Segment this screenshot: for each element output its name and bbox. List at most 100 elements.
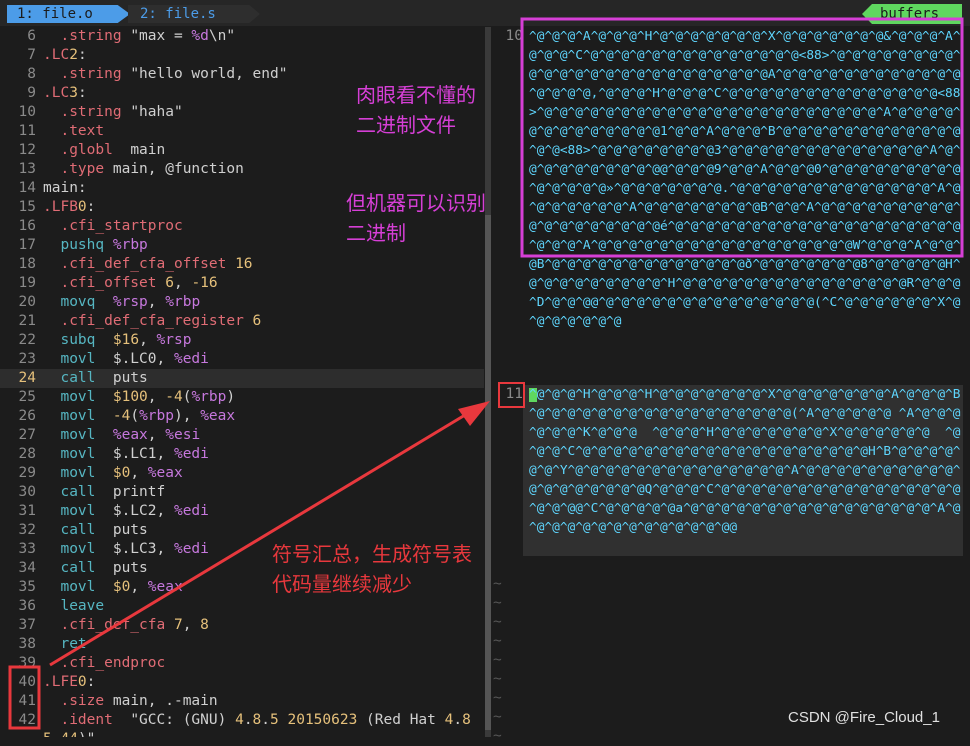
code-line[interactable]: 26 movl -4(%rbp), %eax bbox=[0, 407, 484, 426]
line-number: 38 bbox=[18, 636, 36, 652]
code-text: leave bbox=[60, 598, 105, 614]
code-text: .cfi_endproc bbox=[60, 655, 166, 671]
annotation-symbol-table: 符号汇总，生成符号表 代码量继续减少 bbox=[272, 542, 472, 596]
line-number: 30 bbox=[18, 484, 36, 500]
line-number: 29 bbox=[18, 465, 36, 481]
line-number: 14 bbox=[18, 180, 36, 196]
tab-file-s[interactable]: 2: file.s bbox=[128, 5, 260, 23]
line-number: 10 bbox=[18, 104, 36, 120]
code-line[interactable]: 13 .type main, @function bbox=[0, 160, 484, 179]
line-number: 19 bbox=[18, 275, 36, 291]
line-number: 23 bbox=[18, 351, 36, 367]
line-number: 15 bbox=[18, 199, 36, 215]
code-text: ret bbox=[60, 636, 87, 652]
code-line[interactable]: 28 movl $.LC1, %edi bbox=[0, 445, 484, 464]
line-number: 7 bbox=[27, 47, 36, 63]
line-number: 13 bbox=[18, 161, 36, 177]
code-line[interactable]: 31 movl $.LC2, %edi bbox=[0, 502, 484, 521]
empty-line-markers: ~ ~ ~ ~ ~ ~ ~ ~ ~ bbox=[493, 576, 502, 744]
line-number-10: 10 bbox=[505, 28, 523, 44]
code-line[interactable]: 7 .LC2: bbox=[0, 46, 484, 65]
line-number: 11 bbox=[18, 123, 36, 139]
code-text: movl $0, %eax bbox=[60, 579, 183, 595]
line-number: 42 bbox=[18, 712, 36, 728]
code-text: movl $.LC3, %edi bbox=[60, 541, 209, 557]
code-line[interactable]: 39 .cfi_endproc bbox=[0, 654, 484, 673]
code-text: call printf bbox=[60, 484, 166, 500]
code-line[interactable]: 37 .cfi_def_cfa 7, 8 bbox=[0, 616, 484, 635]
tab-bar: 1: file.o 2: file.s buffers bbox=[0, 0, 970, 26]
line-number: 12 bbox=[18, 142, 36, 158]
line-number: 40 bbox=[18, 674, 36, 690]
line-number: 39 bbox=[18, 655, 36, 671]
code-text: 5-44)" bbox=[36, 730, 95, 737]
code-text: movl $.LC2, %edi bbox=[60, 503, 209, 519]
code-line[interactable]: 29 movl $0, %eax bbox=[0, 464, 484, 483]
code-line[interactable]: 41 .size main, .-main bbox=[0, 692, 484, 711]
code-line[interactable]: 21 .cfi_def_cfa_register 6 bbox=[0, 312, 484, 331]
code-line[interactable]: 27 movl %eax, %esi bbox=[0, 426, 484, 445]
code-text: .LC2: bbox=[43, 47, 87, 63]
line-number: 21 bbox=[18, 313, 36, 329]
line-number: 6 bbox=[27, 28, 36, 44]
code-text: movl $.LC1, %edi bbox=[60, 446, 209, 462]
line-number: 32 bbox=[18, 522, 36, 538]
code-line[interactable]: 36 leave bbox=[0, 597, 484, 616]
code-line[interactable]: 38 ret bbox=[0, 635, 484, 654]
code-text: .cfi_def_cfa_register 6 bbox=[60, 313, 262, 329]
line-number: 31 bbox=[18, 503, 36, 519]
code-line[interactable]: 30 call printf bbox=[0, 483, 484, 502]
code-text: .string "hello world, end" bbox=[60, 66, 288, 82]
line-number: 27 bbox=[18, 427, 36, 443]
right-editor-pane[interactable]: 10 ^@^@^@^A^@^@^@^H^@^@^@^@^@^@^@^X^@^@^… bbox=[493, 27, 970, 744]
line-number: 33 bbox=[18, 541, 36, 557]
line-number: 8 bbox=[27, 66, 36, 82]
code-text: .LFE0: bbox=[43, 674, 96, 690]
code-line[interactable]: 42 .ident "GCC: (GNU) 4.8.5 20150623 (Re… bbox=[0, 711, 484, 730]
line-number: 18 bbox=[18, 256, 36, 272]
code-line[interactable]: 19 .cfi_offset 6, -16 bbox=[0, 274, 484, 293]
code-line[interactable]: 22 subq $16, %rsp bbox=[0, 331, 484, 350]
binary-line-10[interactable]: ^@^@^@^A^@^@^@^H^@^@^@^@^@^@^@^X^@^@^@^@… bbox=[529, 27, 963, 331]
line-number: 16 bbox=[18, 218, 36, 234]
line-number: 28 bbox=[18, 446, 36, 462]
line-number: 17 bbox=[18, 237, 36, 253]
code-line[interactable]: 5-44)" bbox=[0, 730, 484, 737]
code-line[interactable]: 18 .cfi_def_cfa_offset 16 bbox=[0, 255, 484, 274]
code-line[interactable]: 25 movl $100, -4(%rbp) bbox=[0, 388, 484, 407]
code-line[interactable]: 23 movl $.LC0, %edi bbox=[0, 350, 484, 369]
code-line[interactable]: 12 .globl main bbox=[0, 141, 484, 160]
buffers-tab[interactable]: buffers bbox=[862, 4, 962, 24]
code-line[interactable]: 24 call puts bbox=[0, 369, 484, 388]
code-line[interactable]: 32 call puts bbox=[0, 521, 484, 540]
code-text: .text bbox=[60, 123, 105, 139]
annotation-machine-readable: 但机器可以识别 二进制 bbox=[346, 191, 486, 245]
code-text: pushq %rbp bbox=[60, 237, 148, 253]
code-text: .string "max = %d\n" bbox=[60, 28, 236, 44]
code-text: .LC3: bbox=[43, 85, 87, 101]
code-text: movl $100, -4(%rbp) bbox=[60, 389, 236, 405]
code-text: movq %rsp, %rbp bbox=[60, 294, 201, 310]
code-text: movl $.LC0, %edi bbox=[60, 351, 209, 367]
split-scrollbar-thumb[interactable] bbox=[485, 215, 491, 730]
line-number: 9 bbox=[27, 85, 36, 101]
tab-file-o[interactable]: 1: file.o bbox=[7, 5, 130, 23]
code-text: call puts bbox=[60, 522, 148, 538]
code-text: .cfi_offset 6, -16 bbox=[60, 275, 218, 291]
code-text: .globl main bbox=[60, 142, 166, 158]
code-text: .cfi_def_cfa 7, 8 bbox=[60, 617, 209, 633]
line-number: 34 bbox=[18, 560, 36, 576]
binary-line-11[interactable]: ^@^@^@^H^@^@^@^H^@^@^@^@^@^@^@^X^@^@^@^@… bbox=[529, 385, 963, 537]
code-text: movl %eax, %esi bbox=[60, 427, 201, 443]
code-text: .cfi_startproc bbox=[60, 218, 183, 234]
code-line[interactable]: 6 .string "max = %d\n" bbox=[0, 27, 484, 46]
code-text: .string "haha" bbox=[60, 104, 183, 120]
line-number: 35 bbox=[18, 579, 36, 595]
code-text: call puts bbox=[60, 370, 148, 386]
code-text: .cfi_def_cfa_offset 16 bbox=[60, 256, 253, 272]
code-line[interactable]: 40 .LFE0: bbox=[0, 673, 484, 692]
code-text: .type main, @function bbox=[60, 161, 244, 177]
line-number: 36 bbox=[18, 598, 36, 614]
code-line[interactable]: 20 movq %rsp, %rbp bbox=[0, 293, 484, 312]
annotation-unreadable-binary: 肉眼看不懂的 二进制文件 bbox=[356, 83, 476, 137]
